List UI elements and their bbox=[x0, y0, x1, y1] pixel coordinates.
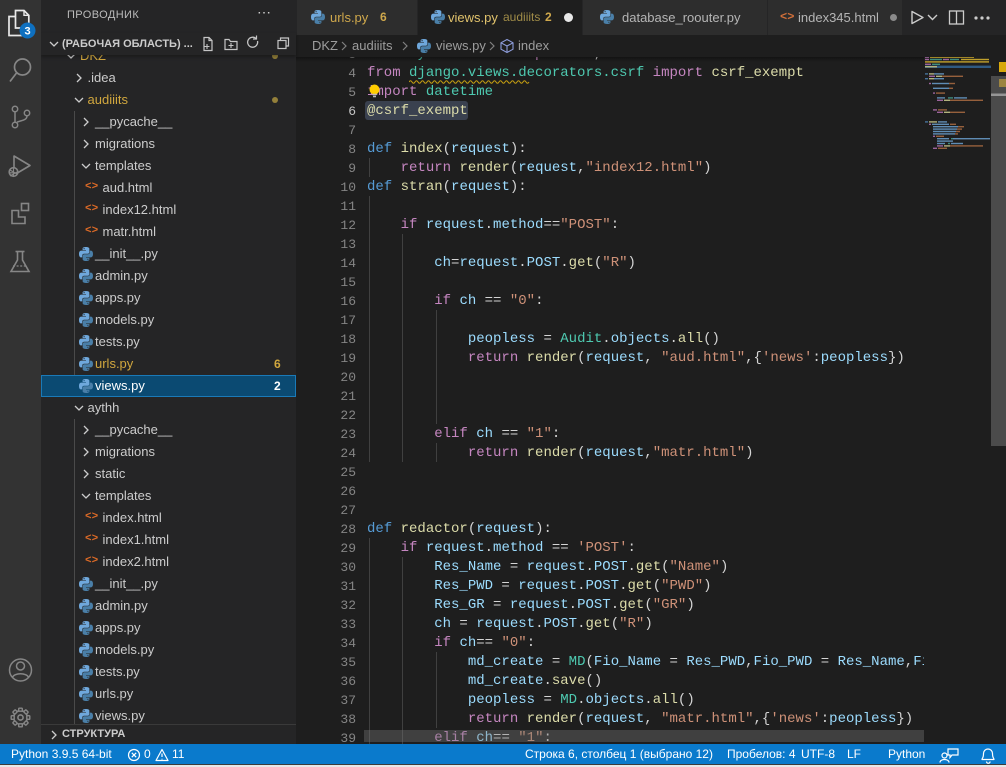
svg-text:3: 3 bbox=[24, 26, 30, 38]
